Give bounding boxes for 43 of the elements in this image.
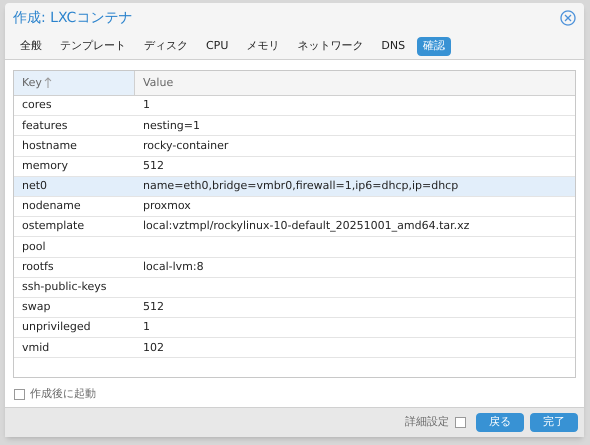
- table-cell-text: memory: [22, 158, 68, 174]
- checkbox[interactable]: [455, 417, 466, 428]
- table-cell-text: rootfs: [22, 258, 54, 275]
- table-cell-text: rocky-container: [143, 138, 228, 154]
- table-cell-text: vmid: [22, 340, 50, 356]
- table-cell-text: ostemplate: [22, 218, 84, 234]
- table-cell-text: proxmox: [143, 198, 191, 214]
- close-icon[interactable]: [560, 10, 576, 26]
- table-cell-text: name=eth0,bridge=vmbr0,firewall=1,ip6=dhcp,ip=dhcp: [143, 178, 458, 194]
- window-title: 作成: LXCコンテナ: [13, 8, 132, 28]
- table-cell-text: local:vztmpl/rockylinux-10-default_20251001_amd64.tar.xz: [143, 218, 470, 234]
- table-cell-text: local-lvm:8: [143, 258, 204, 275]
- checkbox-label: 詳細設定: [405, 414, 449, 430]
- table-cell-text: ssh-public-keys: [22, 279, 106, 296]
- table-cell-text: swap: [22, 299, 50, 316]
- table-row[interactable]: rootfs local-lvm:8: [14, 258, 575, 278]
- tab[interactable]: 全般: [14, 36, 48, 56]
- tab[interactable]: CPU: [200, 36, 234, 56]
- table-cell-text: features: [22, 118, 68, 134]
- tab[interactable]: テンプレート: [54, 36, 132, 56]
- table-cell-text: nodename: [22, 198, 81, 214]
- table-cell-text: net0: [22, 178, 48, 194]
- tab[interactable]: DNS: [375, 36, 412, 56]
- table-cell-text: hostname: [22, 138, 77, 154]
- tab[interactable]: ディスク: [138, 36, 194, 56]
- table-cell-text: unprivileged: [22, 319, 91, 336]
- table-cell-text: nesting=1: [143, 118, 200, 134]
- table-cell-text: 512: [143, 158, 164, 174]
- table-cell-text: 1: [143, 319, 150, 336]
- table-row[interactable]: net0 name=eth0,bridge=vmbr0,firewall=1,ip6=dhcp,ip=dhcp: [14, 176, 575, 197]
- tab[interactable]: ネットワーク: [291, 36, 370, 56]
- table-cell-text: 102: [143, 340, 164, 356]
- column-header[interactable]: Value: [143, 74, 174, 92]
- checkbox[interactable]: [14, 388, 25, 400]
- checkbox-label: 作成後に起動: [30, 386, 96, 402]
- table-cell-text: 512: [143, 299, 164, 316]
- table-cell-text: 1: [143, 97, 150, 114]
- table-row[interactable]: memory 512: [14, 156, 575, 177]
- tab[interactable]: メモリ: [240, 36, 286, 56]
- table-cell-text: pool: [22, 238, 46, 255]
- table-cell-text: cores: [22, 97, 52, 114]
- table-row[interactable]: ssh-public-keys: [14, 278, 575, 298]
- column-header[interactable]: Key: [22, 74, 42, 92]
